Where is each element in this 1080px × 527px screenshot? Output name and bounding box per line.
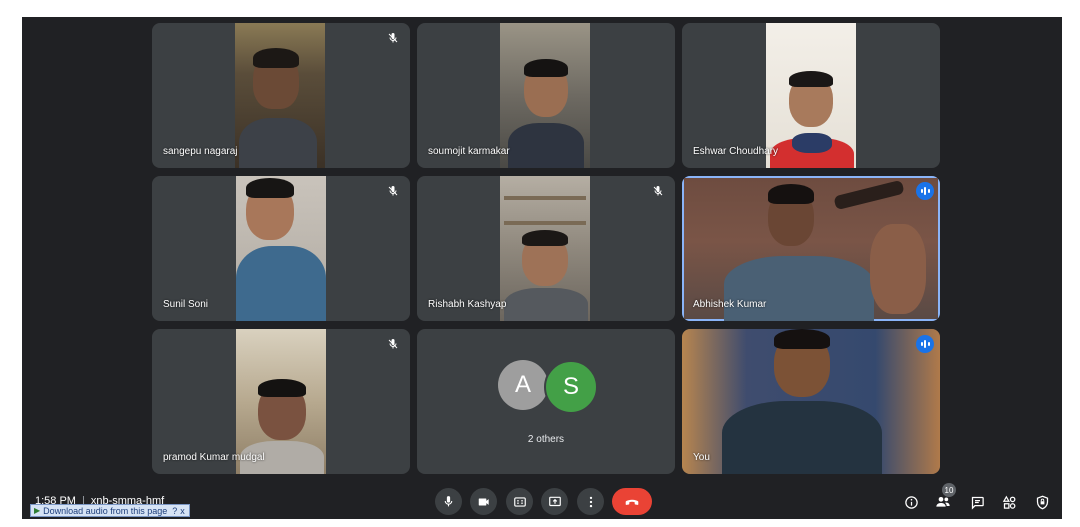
participant-tile[interactable]: You bbox=[682, 329, 940, 474]
captions-button[interactable] bbox=[506, 488, 533, 515]
participant-name: You bbox=[693, 452, 710, 463]
download-audio-bar[interactable]: ▶ Download audio from this page ? x bbox=[30, 504, 190, 517]
participant-name: sangepu nagaraj bbox=[163, 146, 238, 157]
mic-off-icon bbox=[388, 339, 398, 349]
participant-name: Rishabh Kashyap bbox=[428, 299, 507, 310]
speaking-indicator-icon bbox=[916, 182, 934, 200]
present-button[interactable] bbox=[541, 488, 568, 515]
participant-tile[interactable]: soumojit karmakar bbox=[417, 23, 675, 168]
participant-tile[interactable]: sangepu nagaraj bbox=[152, 23, 410, 168]
participant-video bbox=[236, 176, 326, 321]
participant-name: pramod Kumar mudgal bbox=[163, 452, 265, 463]
participant-tile[interactable]: Rishabh Kashyap bbox=[417, 176, 675, 321]
close-icon[interactable]: x bbox=[180, 506, 185, 516]
mic-off-icon bbox=[388, 186, 398, 196]
download-audio-label[interactable]: Download audio from this page bbox=[43, 506, 167, 516]
host-controls-icon bbox=[1036, 495, 1048, 509]
participant-video bbox=[766, 23, 856, 168]
participant-name: Abhishek Kumar bbox=[693, 299, 767, 310]
others-label: 2 others bbox=[527, 434, 565, 445]
participant-tile[interactable]: Sunil Soni bbox=[152, 176, 410, 321]
activities-icon bbox=[1002, 495, 1015, 509]
participant-name: Eshwar Choudhary bbox=[693, 146, 779, 157]
more-options-icon bbox=[589, 496, 592, 507]
meeting-window: sangepu nagaraj soumojit karmakar Eshwar… bbox=[22, 17, 1062, 519]
participant-tile[interactable]: Abhishek Kumar bbox=[682, 176, 940, 321]
participant-video bbox=[684, 178, 938, 321]
others-tile[interactable]: A S 2 others bbox=[417, 329, 675, 474]
present-icon bbox=[548, 496, 561, 506]
info-button[interactable] bbox=[901, 492, 921, 512]
mic-off-icon bbox=[388, 33, 398, 43]
play-icon: ▶ bbox=[34, 506, 41, 515]
mic-button[interactable] bbox=[435, 488, 462, 515]
info-icon bbox=[904, 495, 918, 509]
chat-icon bbox=[971, 496, 984, 510]
camera-button[interactable] bbox=[470, 488, 497, 515]
speaking-indicator-icon bbox=[916, 335, 934, 353]
end-call-icon bbox=[625, 499, 639, 505]
avatar: S bbox=[544, 360, 598, 414]
host-controls-button[interactable] bbox=[1032, 492, 1052, 512]
participant-video bbox=[682, 329, 940, 474]
mic-icon bbox=[444, 496, 453, 507]
participant-video bbox=[500, 176, 590, 321]
people-count-badge: 10 bbox=[942, 483, 956, 497]
avatar: A bbox=[498, 360, 548, 410]
participant-video bbox=[500, 23, 590, 168]
more-options-button[interactable] bbox=[577, 488, 604, 515]
participant-name: Sunil Soni bbox=[163, 299, 209, 310]
participant-name: soumojit karmakar bbox=[428, 146, 510, 157]
activities-button[interactable] bbox=[999, 492, 1019, 512]
captions-icon bbox=[513, 496, 526, 507]
chat-button[interactable] bbox=[967, 492, 987, 512]
mic-off-icon bbox=[653, 186, 663, 196]
people-button[interactable]: 10 bbox=[933, 483, 956, 512]
help-icon[interactable]: ? bbox=[172, 506, 177, 516]
camera-icon bbox=[478, 498, 489, 505]
participant-video bbox=[235, 23, 325, 168]
participant-tile[interactable]: pramod Kumar mudgal bbox=[152, 329, 410, 474]
participant-tile[interactable]: Eshwar Choudhary bbox=[682, 23, 940, 168]
end-call-button[interactable] bbox=[612, 488, 652, 515]
